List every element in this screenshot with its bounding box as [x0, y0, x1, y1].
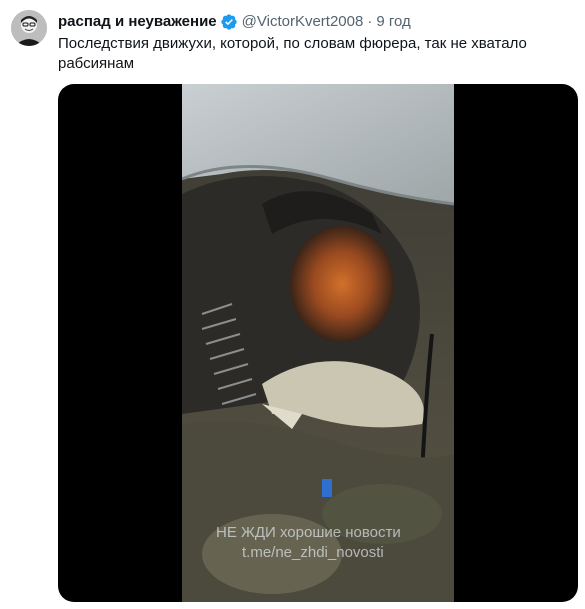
separator-dot: · — [367, 13, 373, 30]
tweet-header: распад и неуважение @VictorKvert2008 · 9… — [58, 12, 411, 32]
video-media[interactable]: НЕ ЖДИ хорошие новости t.me/ne_zhdi_novo… — [58, 84, 578, 602]
video-frame: НЕ ЖДИ хорошие новости t.me/ne_zhdi_novo… — [182, 84, 454, 602]
video-watermark-link: t.me/ne_zhdi_novosti — [242, 544, 384, 561]
author-handle[interactable]: @VictorKvert2008 — [242, 12, 364, 32]
tweet-text: Последствия движухи, которой, по словам … — [58, 35, 527, 72]
author-name[interactable]: распад и неуважение — [58, 12, 217, 32]
timestamp[interactable]: 9 год — [376, 12, 410, 32]
video-watermark-title: НЕ ЖДИ хорошие новости — [216, 524, 401, 541]
avatar[interactable] — [11, 10, 47, 46]
avatar-image — [11, 10, 47, 46]
tweet: распад и неуважение @VictorKvert2008 · 9… — [0, 0, 585, 609]
verified-badge-icon — [220, 13, 238, 31]
